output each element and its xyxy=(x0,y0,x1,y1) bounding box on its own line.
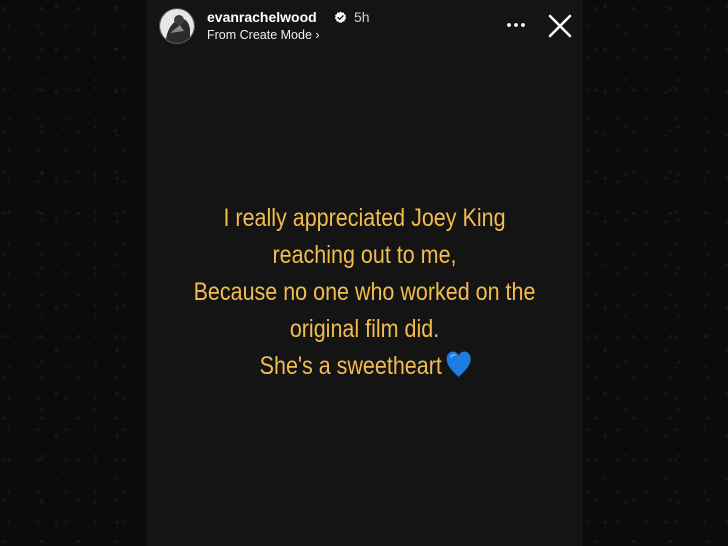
story-viewer: evanrachelwood 5h From Create Mode › I r… xyxy=(146,0,583,546)
story-caption: I really appreciated Joey King reaching … xyxy=(177,200,553,385)
create-mode-label: From Create Mode xyxy=(207,28,312,42)
story-header: evanrachelwood 5h From Create Mode › xyxy=(146,0,583,52)
caption-line-with-heart: She's a sweetheart xyxy=(177,348,553,385)
more-options-icon xyxy=(507,23,525,27)
more-options-button[interactable] xyxy=(502,14,530,36)
blue-heart-icon xyxy=(445,350,472,377)
close-button[interactable] xyxy=(546,12,574,40)
caption-line: Because no one who worked on the xyxy=(193,278,536,306)
caption-line: She's a sweetheart xyxy=(259,352,442,380)
profile-avatar[interactable] xyxy=(159,8,195,44)
caption-line: original film did. xyxy=(289,315,440,343)
post-time: 5h xyxy=(354,9,370,25)
verified-badge-icon xyxy=(334,11,347,24)
create-mode-link[interactable]: From Create Mode › xyxy=(207,27,320,43)
chevron-right-icon: › xyxy=(315,28,320,42)
caption-line: reaching out to me, xyxy=(272,241,457,269)
close-icon xyxy=(548,14,572,38)
username[interactable]: evanrachelwood xyxy=(207,8,317,26)
caption-line: I really appreciated Joey King xyxy=(223,204,506,232)
